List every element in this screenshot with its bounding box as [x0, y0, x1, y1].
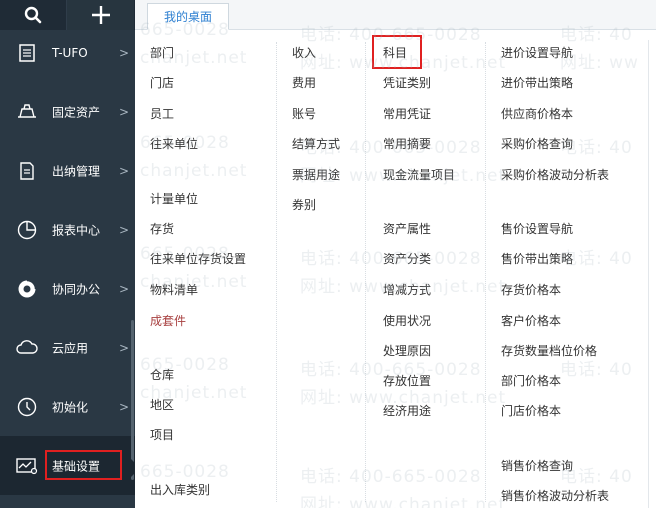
menu-item-store[interactable]: 门店	[150, 74, 174, 91]
menu-item-denomination[interactable]: 券别	[292, 196, 316, 213]
plus-icon	[91, 6, 110, 24]
menu-item-common-voucher[interactable]: 常用凭证	[383, 105, 431, 122]
right-panel-edge	[648, 40, 656, 508]
menu-item-purchase-query[interactable]: 采购价格查询	[501, 135, 573, 152]
sidebar-item-label: 出纳管理	[52, 164, 101, 178]
sidebar-item-label: 初始化	[52, 400, 89, 414]
menu-item-partner-inventory[interactable]: 往来单位存货设置	[150, 250, 246, 267]
sidebar-item-label: 报表中心	[52, 223, 101, 237]
chevron-right-icon: >	[119, 399, 130, 414]
menu-item-change-method[interactable]: 增减方式	[383, 281, 431, 298]
collaboration-icon	[15, 277, 39, 301]
menu-item-employee[interactable]: 员工	[150, 105, 174, 122]
menu-item-settlement[interactable]: 结算方式	[292, 135, 340, 152]
menu-item-department[interactable]: 部门	[150, 44, 174, 61]
menu-item-account[interactable]: 账号	[292, 105, 316, 122]
menu-item-voucher-type[interactable]: 凭证类别	[383, 74, 431, 91]
menu-item-purchase-strategy[interactable]: 进价带出策略	[501, 74, 573, 91]
chevron-right-icon: >	[119, 281, 130, 296]
sidebar-item-cashier[interactable]: 出纳管理 >	[0, 141, 135, 200]
menu-item-sale-strategy[interactable]: 售价带出策略	[501, 250, 573, 267]
chevron-right-icon: >	[119, 222, 130, 237]
tufo-icon	[15, 41, 39, 65]
menu-item-store-price[interactable]: 门店价格本	[501, 402, 561, 419]
menu-item-common-summary[interactable]: 常用摘要	[383, 135, 431, 152]
menu-item-tier-price[interactable]: 存货数量档位价格	[501, 342, 597, 359]
menu-item-sale-nav[interactable]: 售价设置导航	[501, 220, 573, 237]
menu-item-customer-price[interactable]: 客户价格本	[501, 312, 561, 329]
menu-item-region[interactable]: 地区	[150, 396, 174, 413]
menu-item-usage-status[interactable]: 使用状况	[383, 312, 431, 329]
menu-item-bill-usage[interactable]: 票据用途	[292, 166, 340, 183]
fixed-assets-icon	[15, 100, 39, 124]
menu-item-sale-query[interactable]: 销售价格查询	[501, 457, 573, 474]
menu-item-supplier-price[interactable]: 供应商价格本	[501, 105, 573, 122]
tab-strip: 我的桌面	[135, 0, 656, 30]
sidebar-item-tufo[interactable]: T-UFO >	[0, 23, 135, 82]
cashier-icon	[15, 159, 39, 183]
menu-item-io-type[interactable]: 出入库类别	[150, 481, 210, 498]
sidebar-item-collaboration[interactable]: 协同办公 >	[0, 259, 135, 318]
sidebar-item-cloud[interactable]: 云应用 >	[0, 318, 135, 377]
menu-item-economic-use[interactable]: 经济用途	[383, 402, 431, 419]
sidebar-item-fixed-assets[interactable]: 固定资产 >	[0, 82, 135, 141]
menu-item-cashflow[interactable]: 现金流量项目	[383, 166, 455, 183]
basic-settings-icon	[15, 454, 39, 478]
chevron-right-icon: >	[119, 340, 130, 355]
sidebar: T-UFO > 固定资产 > 出纳管理 > 报表中心 > 协同办公 > 云应用	[0, 30, 135, 508]
menu-item-expense[interactable]: 费用	[292, 74, 316, 91]
menu-item-partner[interactable]: 往来单位	[150, 135, 198, 152]
menu-item-purchase-nav[interactable]: 进价设置导航	[501, 44, 573, 61]
sidebar-scrollbar[interactable]	[131, 320, 134, 480]
column-divider	[365, 42, 366, 502]
menu-item-unit[interactable]: 计量单位	[150, 190, 198, 207]
menu-item-location[interactable]: 存放位置	[383, 372, 431, 389]
sidebar-item-label: 云应用	[52, 341, 89, 355]
menu-item-income[interactable]: 收入	[292, 44, 316, 61]
menu-item-asset-category[interactable]: 资产分类	[383, 250, 431, 267]
column-divider	[485, 42, 486, 502]
highlight-box-basic-settings	[45, 450, 122, 480]
chevron-right-icon: >	[119, 163, 130, 178]
highlight-box-subject	[372, 35, 422, 69]
chevron-right-icon: >	[119, 45, 130, 60]
menu-item-purchase-analysis[interactable]: 采购价格波动分析表	[501, 166, 609, 183]
sidebar-item-initialize[interactable]: 初始化 >	[0, 377, 135, 436]
search-icon	[24, 6, 42, 24]
sidebar-item-label: 固定资产	[52, 105, 101, 119]
menu-item-warehouse[interactable]: 仓库	[150, 366, 174, 383]
menu-item-inventory[interactable]: 存货	[150, 220, 174, 237]
menu-item-inventory-price[interactable]: 存货价格本	[501, 281, 561, 298]
menu-item-sale-analysis[interactable]: 销售价格波动分析表	[501, 487, 609, 504]
sidebar-item-label: T-UFO	[52, 45, 88, 60]
tab-my-desktop[interactable]: 我的桌面	[147, 3, 229, 30]
column-divider	[276, 42, 277, 502]
chevron-right-icon: >	[119, 104, 130, 119]
basic-settings-menu: 部门 门店 员工 往来单位 计量单位 存货 往来单位存货设置 物料清单 成套件 …	[135, 30, 656, 508]
menu-item-reason[interactable]: 处理原因	[383, 342, 431, 359]
clock-icon	[15, 395, 39, 419]
menu-item-bom[interactable]: 物料清单	[150, 281, 198, 298]
pie-chart-icon	[15, 218, 39, 242]
menu-item-kit[interactable]: 成套件	[150, 312, 186, 329]
sidebar-item-label: 协同办公	[52, 282, 101, 296]
menu-item-project[interactable]: 项目	[150, 426, 174, 443]
menu-item-department-price[interactable]: 部门价格本	[501, 372, 561, 389]
cloud-icon	[15, 336, 39, 360]
sidebar-item-reports[interactable]: 报表中心 >	[0, 200, 135, 259]
menu-item-asset-attr[interactable]: 资产属性	[383, 220, 431, 237]
